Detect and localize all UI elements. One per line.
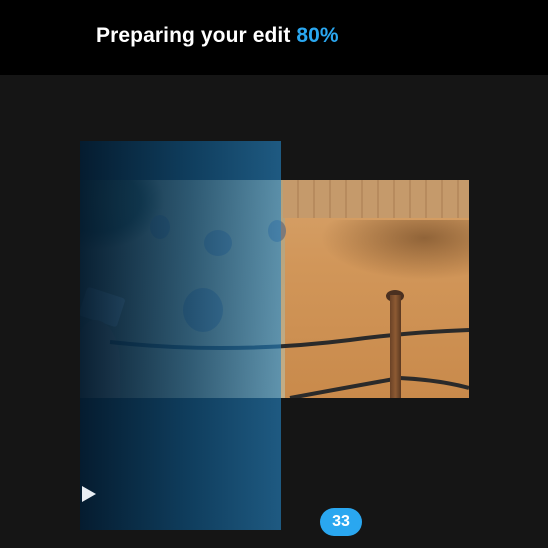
progress-title: Preparing your edit 80% [96,24,339,48]
clip-count-badge: 33 [320,508,362,536]
play-icon[interactable] [82,486,96,502]
progress-overlay [80,141,281,530]
progress-title-text: Preparing your edit [96,24,291,47]
progress-percent: 80% [296,24,339,47]
top-bar: Preparing your edit 80% [0,0,548,75]
